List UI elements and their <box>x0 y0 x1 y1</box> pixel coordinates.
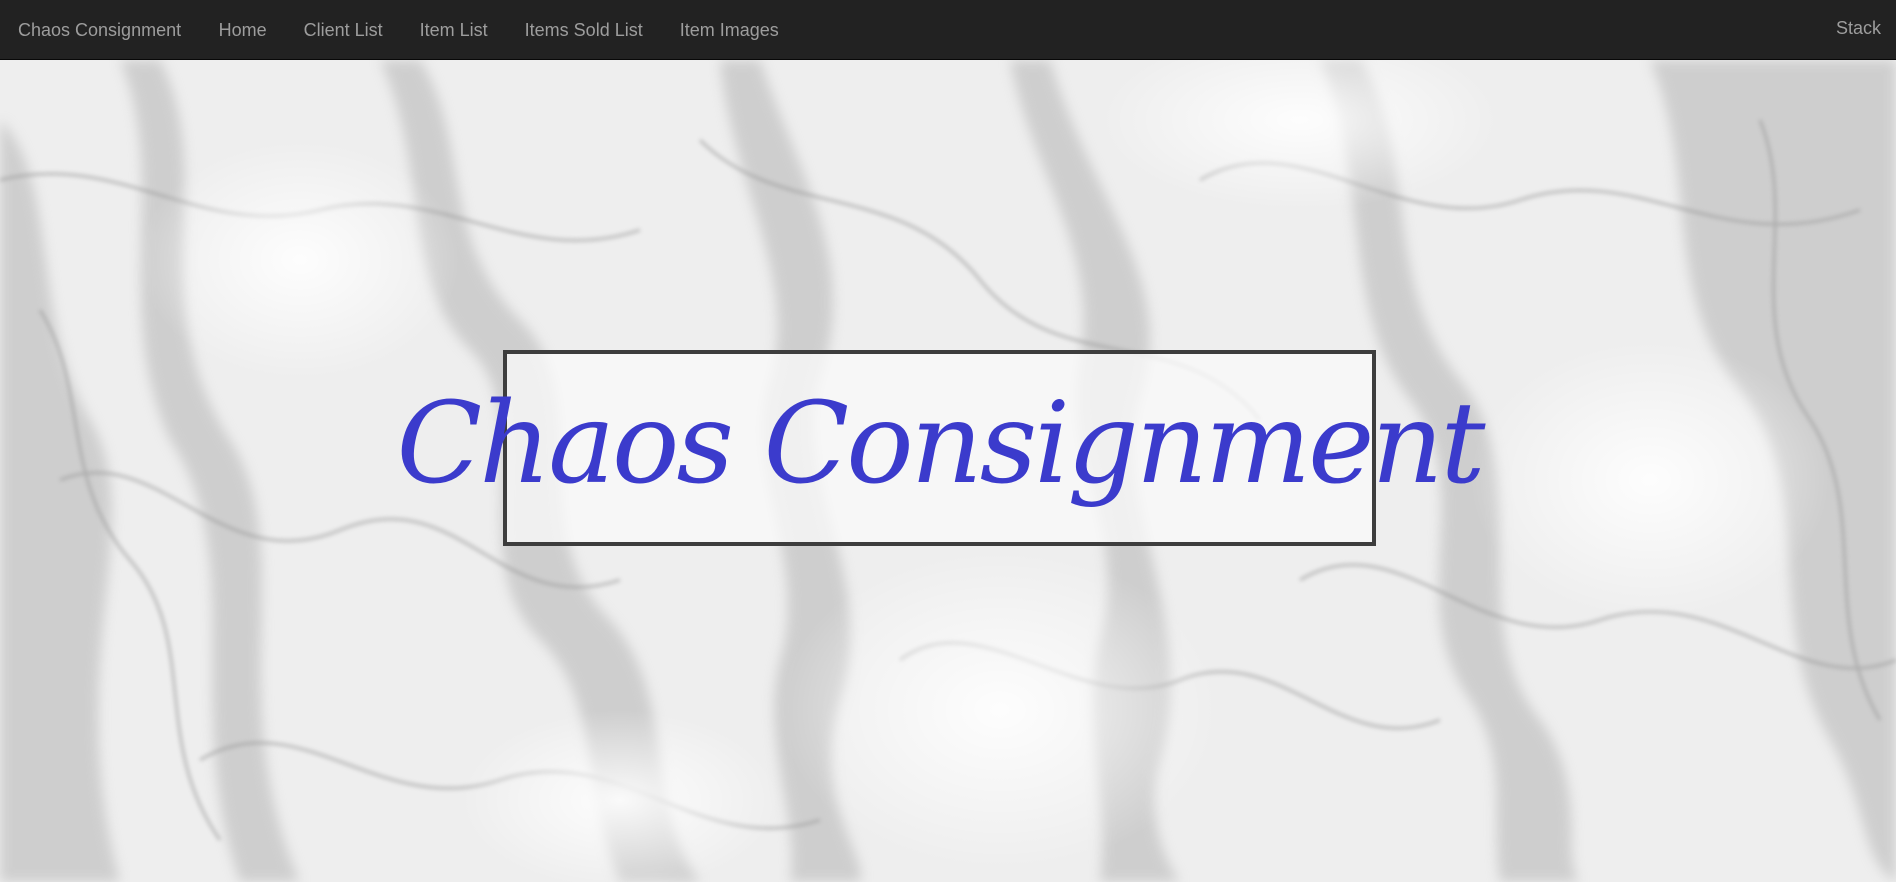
navbar-brand-link[interactable]: Chaos Consignment <box>0 0 200 60</box>
navbar-links: Home Client List Item List Items Sold Li… <box>200 0 797 60</box>
nav-item-images-link[interactable]: Item Images <box>661 0 797 60</box>
nav-client-list-link[interactable]: Client List <box>285 0 401 60</box>
nav-items-sold-list-link[interactable]: Items Sold List <box>506 0 661 60</box>
nav-stack-link[interactable]: Stack <box>1836 0 1881 56</box>
hero-title: Chaos Consignment <box>396 379 1485 509</box>
hero-title-box: Chaos Consignment <box>396 350 1486 546</box>
hero-section: Chaos Consignment <box>0 60 1896 882</box>
top-navbar: Chaos Consignment Home Client List Item … <box>0 0 1896 60</box>
nav-item-list-link[interactable]: Item List <box>401 0 506 60</box>
nav-home-link[interactable]: Home <box>200 0 285 60</box>
